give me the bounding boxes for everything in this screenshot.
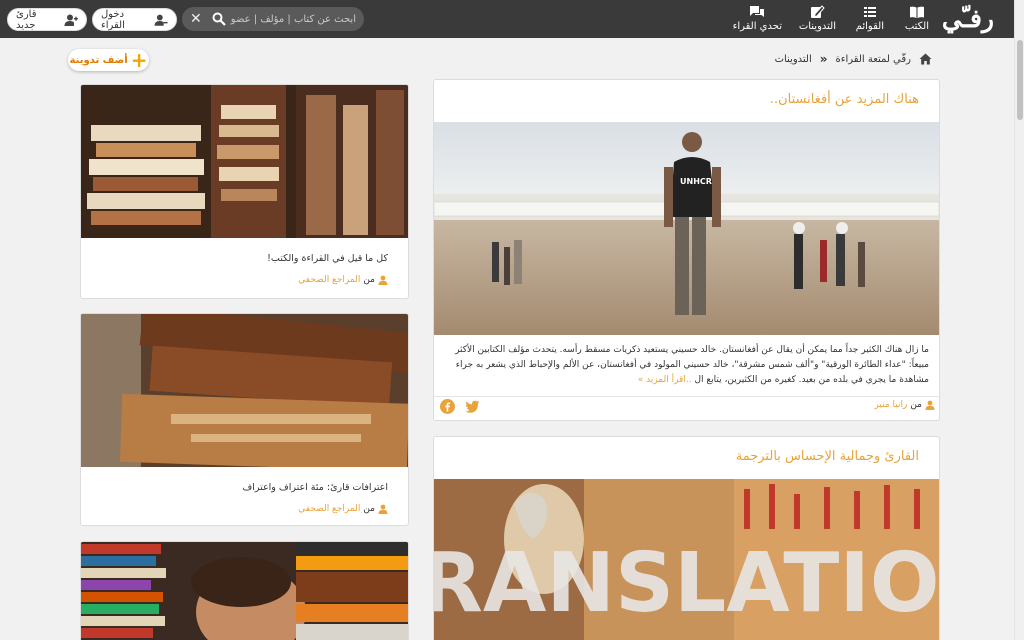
nav-books[interactable]: الكتب xyxy=(905,5,929,32)
edit-note-icon xyxy=(811,5,826,18)
side-post-card: كل ما قيل في القراءة والكتب! من المراجع … xyxy=(80,84,409,299)
twitter-icon[interactable] xyxy=(465,399,480,414)
post-excerpt-text: ما زال هناك الكثير جداً مما يمكن أن يقال… xyxy=(455,345,929,385)
plus-icon: + xyxy=(130,48,148,72)
user-key-icon xyxy=(154,14,168,26)
nav-lists-label: القوائم xyxy=(855,21,884,32)
post-image[interactable]: TRANSLATION xyxy=(434,479,939,640)
nav-blogs-label: التدوينات xyxy=(798,21,836,32)
side-post-title[interactable]: كل ما قيل في القراءة والكتب! xyxy=(267,253,388,264)
author-name[interactable]: رانيا منير xyxy=(874,400,907,410)
post-excerpt: ما زال هناك الكثير جداً مما يمكن أن يقال… xyxy=(446,343,929,388)
user-icon xyxy=(378,504,388,514)
breadcrumb-current: التدوينات xyxy=(774,53,812,65)
nav-challenge-label: تحدي القراء xyxy=(732,21,782,32)
top-navbar: رفـّي الكتب القوائم التدوينات تحدي القرا… xyxy=(0,0,1014,38)
site-logo[interactable]: رفـّي xyxy=(942,4,994,34)
image-caption: UNHCR xyxy=(680,177,712,186)
search-icon[interactable] xyxy=(212,12,226,26)
side-post-image[interactable] xyxy=(81,314,408,467)
author-prefix: من xyxy=(910,400,922,410)
scrollbar-thumb[interactable] xyxy=(1017,40,1023,120)
signup-label: قارئ جديد xyxy=(16,8,37,31)
breadcrumb: رفّي لمتعة القراءة « التدوينات xyxy=(775,52,932,66)
post-title[interactable]: القارئ وجمالية الإحساس بالترجمة xyxy=(736,449,919,464)
page-scrollbar[interactable] xyxy=(1014,0,1024,640)
post-title[interactable]: هناك المزيد عن أفغانستان.. xyxy=(770,92,919,107)
author-name[interactable]: المراجع الصحفي xyxy=(298,504,360,514)
read-more-link[interactable]: ..اقرأ المزيد » xyxy=(638,375,692,385)
user-plus-icon xyxy=(64,14,78,26)
search-box: ✕ xyxy=(182,7,364,31)
add-post-button[interactable]: + أضف تدوينة xyxy=(68,49,149,71)
login-button[interactable]: دخول القراء xyxy=(92,8,177,31)
breadcrumb-separator: « xyxy=(819,52,828,66)
add-post-label: أضف تدوينة xyxy=(69,54,128,66)
close-icon[interactable]: ✕ xyxy=(190,10,202,28)
post-image[interactable]: UNHCR xyxy=(434,122,939,335)
nav-blogs[interactable]: التدوينات xyxy=(799,5,836,32)
side-post-card xyxy=(80,541,409,640)
login-label: دخول القراء xyxy=(101,8,125,31)
post-author: من المراجع الصحفي xyxy=(298,504,388,514)
breadcrumb-home[interactable]: رفّي لمتعة القراءة xyxy=(836,54,911,65)
post-card: القارئ وجمالية الإحساس بالترجمة TRANSLAT… xyxy=(433,436,940,640)
user-icon xyxy=(925,400,935,410)
author-prefix: من xyxy=(363,504,375,514)
post-author: من رانيا منير xyxy=(874,400,935,410)
facebook-icon[interactable] xyxy=(440,399,455,414)
post-card: هناك المزيد عن أفغانستان.. UNHCR ما زال … xyxy=(433,79,940,421)
book-icon xyxy=(909,6,924,18)
side-post-image[interactable] xyxy=(81,542,408,640)
side-post-card: اعترافات قارئ: مئة اعتراف واعتراف من الم… xyxy=(80,313,409,526)
card-divider xyxy=(434,396,939,397)
nav-books-label: الكتب xyxy=(904,21,929,32)
image-caption: TRANSLATION xyxy=(434,536,939,631)
share-buttons xyxy=(440,399,480,414)
signup-button[interactable]: قارئ جديد xyxy=(7,8,87,31)
side-post-title[interactable]: اعترافات قارئ: مئة اعتراف واعتراف xyxy=(242,482,388,493)
nav-challenge[interactable]: تحدي القراء xyxy=(733,5,782,32)
author-prefix: من xyxy=(363,275,375,285)
chat-bubbles-icon xyxy=(750,6,765,17)
author-name[interactable]: المراجع الصحفي xyxy=(298,275,360,285)
list-icon xyxy=(863,7,876,17)
search-input[interactable] xyxy=(228,7,356,31)
home-icon[interactable] xyxy=(919,53,932,65)
nav-lists[interactable]: القوائم xyxy=(856,5,884,32)
side-post-image[interactable] xyxy=(81,85,408,238)
user-icon xyxy=(378,275,388,285)
post-author: من المراجع الصحفي xyxy=(298,275,388,285)
